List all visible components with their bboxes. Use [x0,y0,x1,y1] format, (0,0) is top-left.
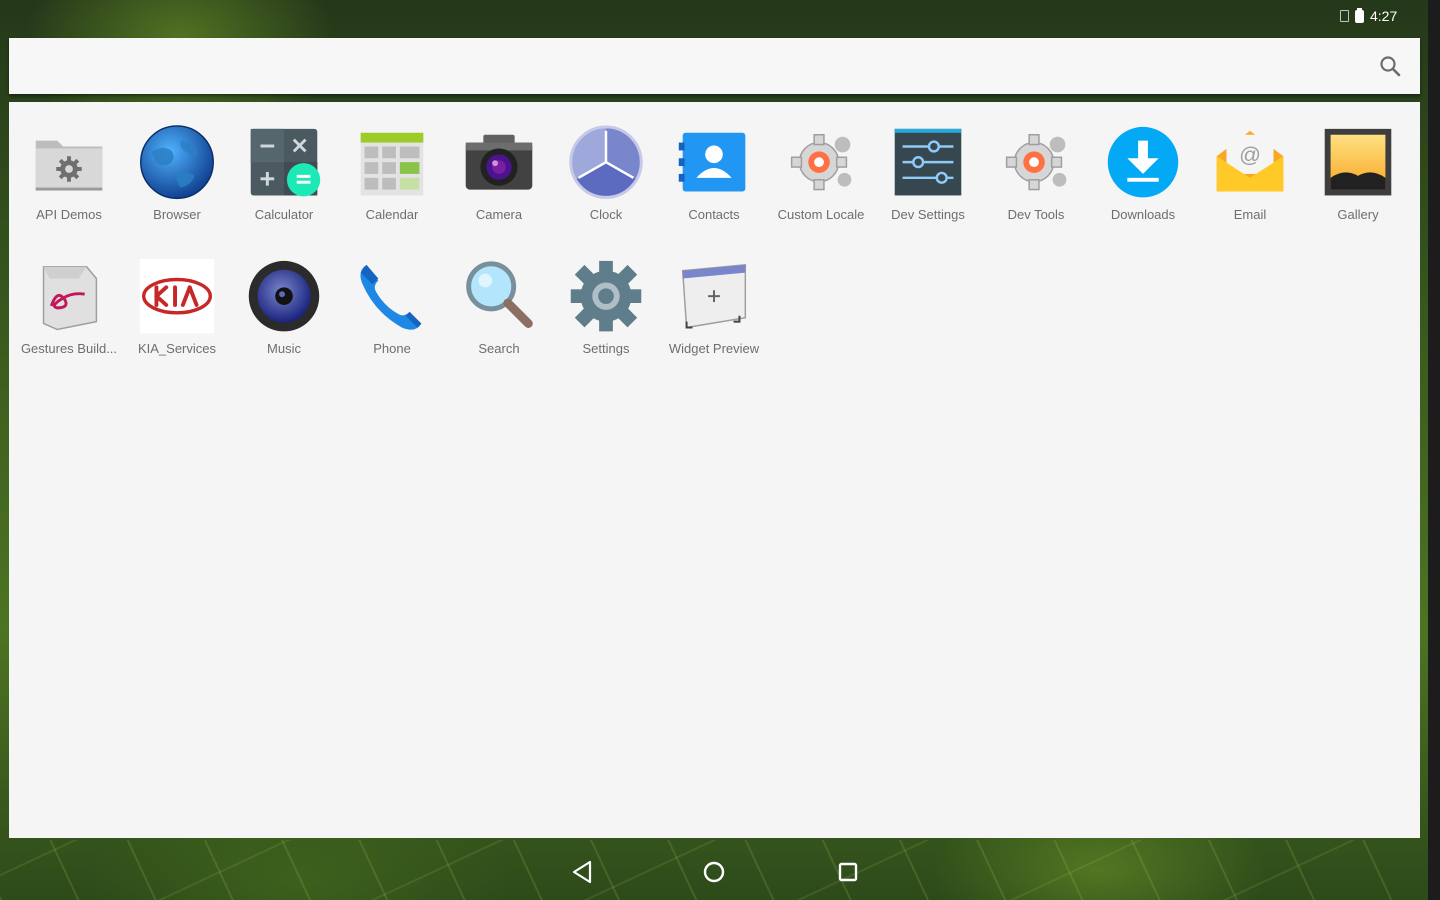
screen-edge [1428,0,1440,900]
search-icon[interactable] [1378,54,1402,78]
app-drawer: API Demos Browser Calculator Calendar Ca… [9,102,1420,838]
app-browser[interactable]: Browser [121,102,233,222]
app-label: Clock [589,207,623,222]
app-phone[interactable]: Phone [336,236,448,356]
sim-icon [1340,10,1349,22]
app-label: Search [478,341,520,356]
app-dev-settings[interactable]: Dev Settings [872,102,984,222]
app-label: Widget Preview [668,341,760,356]
recents-square-icon[interactable] [834,858,862,886]
app-label: Custom Locale [777,207,865,222]
dev-settings-sliders-icon [894,128,962,196]
search-input[interactable] [25,50,1359,84]
app-clock[interactable]: Clock [550,102,662,222]
app-label: Calendar [365,207,419,222]
app-label: KIA_Services [137,341,217,356]
calculator-icon [250,128,321,197]
music-speaker-icon [248,260,320,332]
custom-locale-gear-icon [790,134,852,191]
clock-icon [569,125,643,199]
email-envelope-icon: @ [1216,130,1284,192]
kia-logo-icon [139,258,215,334]
app-email[interactable]: @ Email [1194,102,1306,222]
app-kia-services[interactable]: KIA_Services [121,236,233,356]
app-calendar[interactable]: Calendar [336,102,448,222]
status-bar: 4:27 [1340,6,1397,26]
app-label: API Demos [36,207,102,222]
app-search-bar[interactable] [9,38,1420,94]
battery-icon [1355,7,1364,23]
app-label: Contacts [688,207,740,222]
browser-globe-icon [140,125,214,200]
app-label: Dev Tools [1007,207,1065,222]
navigation-bar [0,838,1428,900]
app-label: Music [267,341,301,356]
app-label: Gestures Build... [20,341,118,356]
app-camera[interactable]: Camera [443,102,555,222]
status-time: 4:27 [1370,8,1398,24]
app-custom-locale[interactable]: Custom Locale [765,102,877,222]
camera-icon [465,134,533,190]
calendar-icon [360,132,424,196]
home-circle-icon[interactable] [700,858,728,886]
phone-handset-icon [360,264,422,330]
app-label: Dev Settings [891,207,965,222]
widget-preview-icon [681,264,747,329]
app-search[interactable]: Search [443,236,555,356]
app-label: Email [1233,207,1267,222]
app-label: Settings [582,341,630,356]
back-triangle-icon[interactable] [568,858,596,886]
downloads-icon [1107,126,1179,198]
app-gallery[interactable]: Gallery [1302,102,1414,222]
app-api-demos[interactable]: API Demos [13,102,125,222]
magnifier-icon [466,261,533,328]
app-widget-preview[interactable]: Widget Preview [658,236,770,356]
app-settings[interactable]: Settings [550,236,662,356]
dev-tools-gear-icon [1005,134,1067,191]
settings-gear-icon [570,260,642,332]
api-demos-icon [35,140,103,191]
gestures-builder-icon [42,266,98,331]
app-label: Downloads [1110,207,1176,222]
app-contacts[interactable]: Contacts [658,102,770,222]
app-label: Calculator [254,207,314,222]
app-dev-tools[interactable]: Dev Tools [980,102,1092,222]
app-label: Camera [475,207,523,222]
app-label: Gallery [1337,207,1379,222]
app-label: Browser [153,207,201,222]
app-music[interactable]: Music [228,236,340,356]
gallery-icon [1324,128,1392,196]
app-calculator[interactable]: Calculator [228,102,340,222]
app-label: Phone [373,341,411,356]
app-gestures-builder[interactable]: Gestures Build... [13,236,125,356]
svg-text:@: @ [1239,143,1261,167]
app-downloads[interactable]: Downloads [1087,102,1199,222]
contacts-icon [678,132,746,192]
